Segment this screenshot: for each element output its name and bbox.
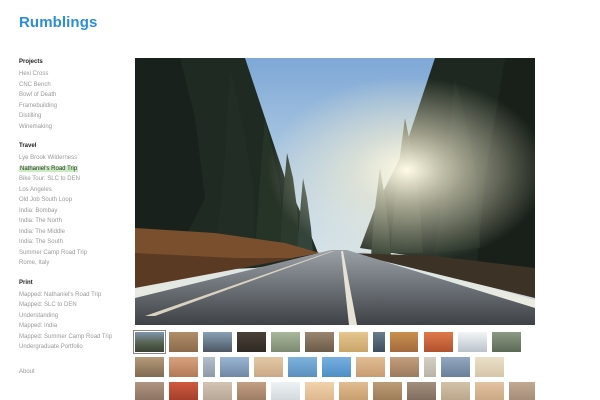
nav-item-undergraduate-portfolio[interactable]: Undergraduate Portfolio xyxy=(19,342,129,353)
site-title[interactable]: Rumblings xyxy=(19,14,97,31)
nav-item-nathaniels-road-trip[interactable]: Nathaniel's Road Trip xyxy=(19,164,129,175)
nav-item-mapped-summer-camp-road-trip[interactable]: Mapped: Summer Camp Road Trip xyxy=(19,332,129,343)
thumbnail[interactable] xyxy=(509,382,535,400)
nav-item-understanding[interactable]: Understanding xyxy=(19,311,129,322)
thumbnail[interactable] xyxy=(339,332,368,352)
thumbnail[interactable] xyxy=(271,332,300,352)
nav-item-hexi-cross[interactable]: Hexi Cross xyxy=(19,69,129,80)
nav-item-mapped-nathaniels-road-trip[interactable]: Mapped: Nathaniel's Road Trip xyxy=(19,290,129,301)
thumbnail[interactable] xyxy=(373,332,385,352)
thumbnail[interactable] xyxy=(203,357,215,377)
nav-item-india-the-north[interactable]: India: The North xyxy=(19,216,129,227)
nav-section-print: Print Mapped: Nathaniel's Road Trip Mapp… xyxy=(19,279,129,353)
nav-item-bike-tour-slc-to-den[interactable]: Bike Tour: SLC to DEN xyxy=(19,174,129,185)
nav-heading-travel: Travel xyxy=(19,143,37,149)
nav-item-los-angeles[interactable]: Los Angeles xyxy=(19,185,129,196)
nav-section-projects: Projects Hexi Cross CNC Bench Bowl of De… xyxy=(19,58,129,132)
thumbnail[interactable] xyxy=(271,382,300,400)
thumbnail[interactable] xyxy=(475,357,504,377)
nav-item-india-bombay[interactable]: India: Bombay xyxy=(19,206,129,217)
thumbnail[interactable] xyxy=(390,357,419,377)
nav-heading-print: Print xyxy=(19,279,33,286)
thumbnail[interactable] xyxy=(322,357,351,377)
thumbnail[interactable] xyxy=(169,332,198,352)
thumbnail[interactable] xyxy=(356,357,385,377)
thumbnail[interactable] xyxy=(390,332,418,352)
thumbnail[interactable] xyxy=(135,357,164,377)
thumbnail[interactable] xyxy=(424,332,453,352)
thumbnail[interactable] xyxy=(305,382,334,400)
nav-item-old-job-south-loop[interactable]: Old Job South Loop xyxy=(19,195,129,206)
thumbnail[interactable] xyxy=(203,332,232,352)
thumbnail[interactable] xyxy=(458,332,487,352)
nav-item-rome-italy[interactable]: Rome, Italy xyxy=(19,258,129,269)
nav-item-india-the-middle[interactable]: India: The Middle xyxy=(19,227,129,238)
nav-item-lye-brook-wilderness[interactable]: Lye Brook Wilderness xyxy=(19,153,129,164)
nav-item-summer-camp-road-trip[interactable]: Summer Camp Road Trip xyxy=(19,248,129,259)
thumbnail[interactable] xyxy=(339,382,368,400)
thumbnail[interactable] xyxy=(254,357,283,377)
nav-heading-projects: Projects xyxy=(19,59,43,65)
nav-item-framebuilding[interactable]: Framebuilding xyxy=(19,101,129,112)
nav-item-india-the-south[interactable]: India: The South xyxy=(19,237,129,248)
thumbnail[interactable] xyxy=(288,357,317,377)
nav-item-bowl-of-death[interactable]: Bowl of Death xyxy=(19,90,129,101)
nav-item-cnc-bench[interactable]: CNC Bench xyxy=(19,80,129,91)
thumbnail[interactable] xyxy=(441,357,470,377)
thumbnail[interactable] xyxy=(237,382,266,400)
nav-item-mapped-slc-to-den[interactable]: Mapped: SLC to DEN xyxy=(19,300,129,311)
thumbnail[interactable] xyxy=(373,382,402,400)
thumbnail[interactable] xyxy=(203,382,232,400)
nav-item-distilling[interactable]: Distilling xyxy=(19,111,129,122)
hero-photo[interactable] xyxy=(135,58,535,325)
nav-section-travel: Travel Lye Brook Wilderness Nathaniel's … xyxy=(19,142,129,269)
thumbnail[interactable] xyxy=(133,330,166,354)
forest-road-photo xyxy=(135,58,535,325)
sidebar-nav: Projects Hexi Cross CNC Bench Bowl of De… xyxy=(19,58,129,363)
thumbnail[interactable] xyxy=(169,382,198,400)
thumbnail[interactable] xyxy=(441,382,470,400)
nav-item-mapped-india[interactable]: Mapped: India xyxy=(19,321,129,332)
thumbnail[interactable] xyxy=(135,382,164,400)
thumbnail[interactable] xyxy=(237,332,266,352)
thumbnail[interactable] xyxy=(169,357,198,377)
nav-item-about[interactable]: About xyxy=(19,367,35,378)
thumbnail[interactable] xyxy=(305,332,334,352)
thumbnail[interactable] xyxy=(492,332,521,352)
thumbnail[interactable] xyxy=(220,357,249,377)
thumbnail[interactable] xyxy=(424,357,436,377)
thumbnail[interactable] xyxy=(407,382,436,400)
thumbnail[interactable] xyxy=(475,382,504,400)
nav-item-winemaking[interactable]: Winemaking xyxy=(19,122,129,133)
